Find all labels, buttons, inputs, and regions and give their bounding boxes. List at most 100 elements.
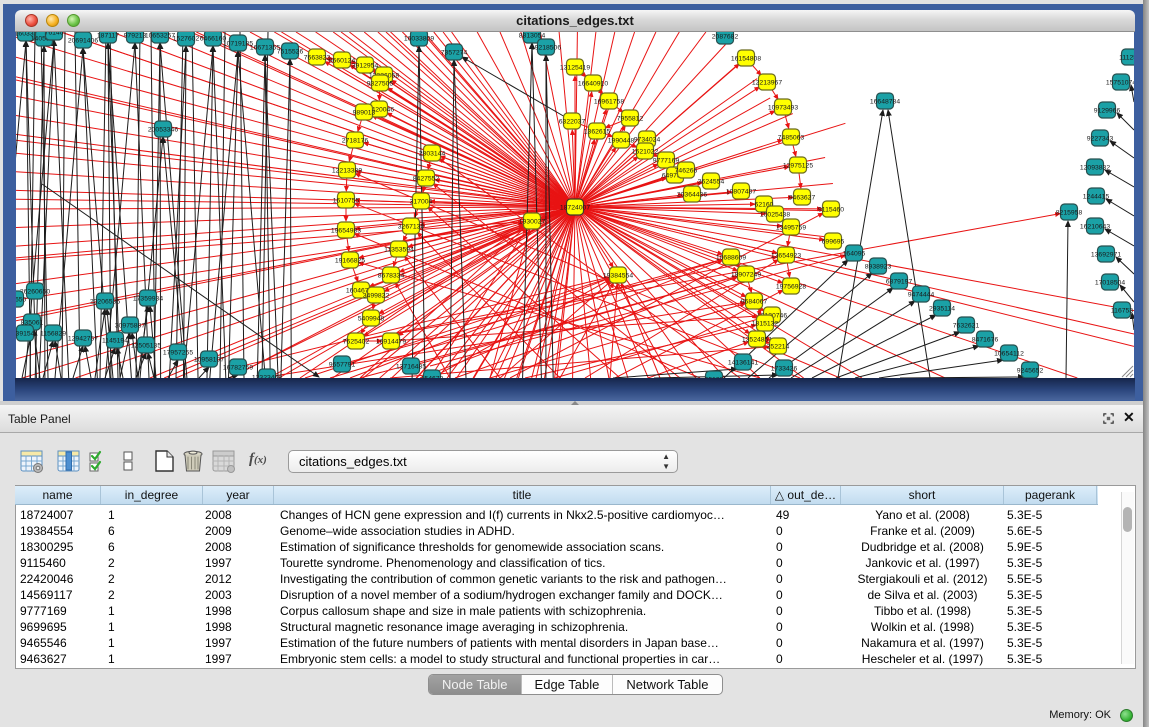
svg-text:10973493: 10973493 — [768, 104, 798, 111]
svg-text:9734024: 9734024 — [634, 136, 661, 143]
svg-text:12975125: 12975125 — [783, 162, 813, 169]
svg-text:11353594: 11353594 — [384, 246, 414, 253]
svg-text:10653257: 10653257 — [145, 32, 175, 39]
svg-text:8215958: 8215958 — [1056, 209, 1083, 216]
svg-text:13495759: 13495759 — [776, 224, 806, 231]
svg-text:7357274: 7357274 — [441, 49, 468, 56]
svg-text:699695: 699695 — [822, 238, 845, 245]
svg-text:16033809: 16033809 — [404, 35, 434, 42]
svg-text:8813054: 8813054 — [519, 32, 546, 39]
svg-text:12093832: 12093832 — [1080, 164, 1110, 171]
svg-text:260650: 260650 — [16, 296, 27, 303]
svg-text:9684067: 9684067 — [741, 298, 768, 305]
svg-text:10719185: 10719185 — [223, 40, 253, 47]
svg-text:7632621: 7632621 — [953, 322, 980, 329]
svg-text:116753: 116753 — [1111, 307, 1133, 314]
svg-text:16782759: 16782759 — [223, 364, 253, 371]
svg-text:13692971: 13692971 — [1091, 251, 1121, 258]
svg-text:76140: 76140 — [45, 32, 64, 36]
svg-text:8427552: 8427552 — [413, 175, 440, 182]
svg-text:2803144: 2803144 — [419, 150, 446, 157]
svg-text:9115460: 9115460 — [818, 206, 844, 213]
svg-text:1527602: 1527602 — [173, 35, 200, 42]
svg-text:9227343: 9227343 — [1087, 135, 1114, 142]
svg-text:9327505: 9327505 — [367, 80, 394, 87]
svg-text:989013: 989013 — [353, 109, 376, 116]
svg-text:13524851: 13524851 — [742, 336, 772, 343]
svg-text:12942757: 12942757 — [68, 335, 98, 342]
svg-text:6322037: 6322037 — [559, 118, 586, 125]
svg-text:7485063: 7485063 — [778, 134, 805, 141]
svg-text:9474444: 9474444 — [908, 291, 935, 298]
svg-text:17957255: 17957255 — [163, 349, 193, 356]
svg-text:19756928: 19756928 — [776, 283, 806, 290]
svg-text:1156829: 1156829 — [40, 330, 66, 337]
svg-text:20206536: 20206536 — [90, 298, 120, 305]
svg-text:39154: 39154 — [16, 330, 35, 337]
svg-text:8471676: 8471676 — [972, 336, 999, 343]
svg-text:9463627: 9463627 — [789, 194, 816, 201]
svg-text:1610755: 1610755 — [333, 197, 360, 204]
svg-text:3624554: 3624554 — [698, 178, 725, 185]
svg-text:19166825: 19166825 — [335, 257, 365, 264]
svg-text:5409948: 5409948 — [358, 315, 385, 322]
svg-text:16154808: 16154808 — [731, 55, 761, 62]
svg-text:17359934: 17359934 — [133, 295, 163, 302]
svg-text:2718176: 2718176 — [342, 137, 369, 144]
svg-text:317004: 317004 — [410, 198, 433, 205]
svg-text:19384554: 19384554 — [603, 272, 633, 279]
svg-text:979213: 979213 — [124, 32, 147, 39]
svg-text:7625402: 7625402 — [343, 338, 370, 345]
svg-text:746266: 746266 — [675, 167, 698, 174]
svg-text:9245652: 9245652 — [1017, 367, 1044, 374]
svg-text:16648784: 16648784 — [870, 98, 900, 105]
svg-text:26260650: 26260650 — [20, 288, 50, 295]
svg-text:6879197: 6879197 — [886, 278, 913, 285]
svg-text:7515526: 7515526 — [277, 48, 304, 55]
svg-text:16961758: 16961758 — [594, 98, 624, 105]
svg-text:18724007: 18724007 — [560, 204, 590, 211]
svg-text:3499822: 3499822 — [363, 292, 390, 299]
svg-text:12505135: 12505135 — [131, 342, 161, 349]
svg-text:8678334: 8678334 — [378, 272, 405, 279]
svg-text:10958107: 10958107 — [194, 356, 224, 363]
svg-text:20691406: 20691406 — [68, 37, 98, 44]
svg-text:8938923: 8938923 — [865, 263, 892, 270]
svg-text:10025438: 10025438 — [760, 211, 790, 218]
svg-text:10688609: 10688609 — [716, 254, 746, 261]
svg-text:10654112: 10654112 — [994, 350, 1024, 357]
svg-text:1362615: 1362615 — [584, 128, 611, 135]
svg-text:7663822: 7663822 — [304, 54, 331, 61]
svg-text:20053346: 20053346 — [148, 126, 178, 133]
svg-text:10807487: 10807487 — [726, 188, 756, 195]
svg-text:20364436: 20364436 — [677, 191, 707, 198]
svg-text:13716485: 13716485 — [396, 363, 426, 370]
svg-text:30975887: 30975887 — [115, 322, 145, 329]
svg-text:14136141: 14136141 — [728, 359, 758, 366]
svg-text:15751074: 15751074 — [1106, 79, 1134, 86]
svg-text:164095: 164095 — [843, 250, 866, 257]
svg-text:7955812: 7955812 — [617, 115, 644, 122]
svg-text:2087682: 2087682 — [712, 33, 739, 40]
svg-text:1815132: 1815132 — [752, 320, 779, 327]
svg-text:1733426: 1733426 — [771, 365, 798, 372]
svg-text:12213389: 12213389 — [332, 167, 362, 174]
svg-text:3912954: 3912954 — [352, 62, 379, 69]
svg-text:17018504: 17018504 — [1095, 279, 1125, 286]
svg-text:16671355: 16671355 — [250, 44, 280, 51]
svg-text:1244415: 1244415 — [1083, 193, 1110, 200]
svg-text:111253: 111253 — [1119, 54, 1134, 61]
svg-text:19654983: 19654983 — [331, 227, 361, 234]
svg-text:16210643: 16210643 — [1080, 223, 1110, 230]
svg-text:1930027: 1930027 — [519, 218, 546, 225]
svg-text:3267130: 3267130 — [398, 223, 425, 230]
svg-text:19218506: 19218506 — [531, 44, 561, 51]
svg-text:187117: 187117 — [97, 32, 119, 39]
svg-text:13125419: 13125419 — [560, 64, 590, 71]
svg-text:16640910: 16640910 — [578, 80, 608, 87]
svg-text:18907249: 18907249 — [731, 271, 761, 278]
svg-text:1145194: 1145194 — [102, 337, 128, 344]
svg-text:1621022: 1621022 — [632, 148, 659, 155]
svg-text:9657791: 9657791 — [329, 361, 356, 368]
svg-text:16914479: 16914479 — [376, 338, 406, 345]
